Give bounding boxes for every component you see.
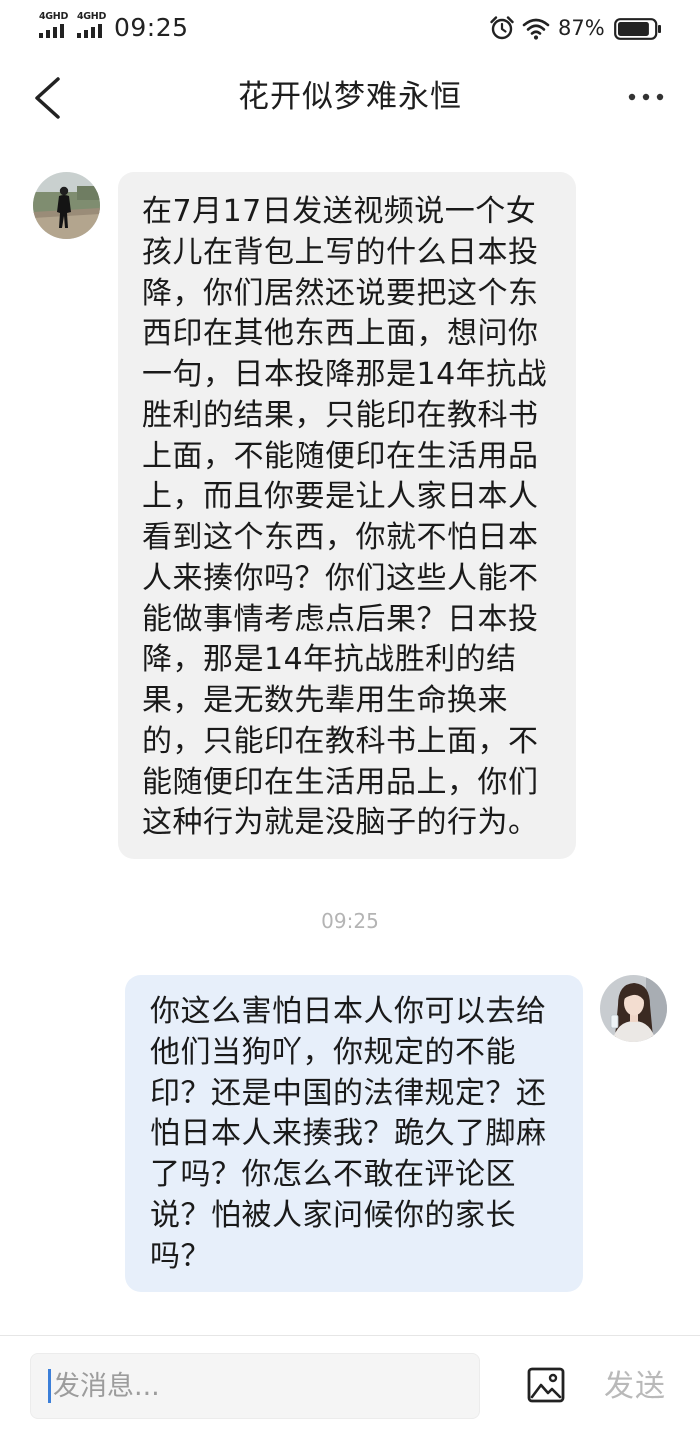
my-avatar[interactable] [600, 975, 667, 1042]
message-line: 吗？ [150, 1238, 211, 1274]
image-button[interactable] [526, 1366, 566, 1404]
message-line: 能做事情考虑点后果？日本投 [142, 601, 539, 637]
chat-title: 花开似梦难永恒 [238, 79, 462, 115]
message-line: 降，那是14年抗战胜利的结 [142, 642, 517, 678]
message-line: 看到这个东西，你就不怕日本 [142, 520, 539, 555]
message-line: 的，只能印在教科书上面，不 [142, 723, 539, 759]
message-line: 人来揍你吗？你们这些人能不 [142, 560, 539, 596]
network-type-label: 4GHD [77, 11, 107, 22]
wifi-icon [521, 16, 551, 40]
sent-message-bubble[interactable]: 你这么害怕日本人你可以去给 他们当狗吖，你规定的不能 印？还是中国的法律规定？还 怕日… [125, 975, 583, 1293]
message-line: 说？怕被人家问候你的家长 [150, 1197, 516, 1233]
message-line: 了吗？你怎么不敢在评论区 [150, 1157, 516, 1192]
signal-bars-icon [77, 24, 102, 38]
message-line: 上面，不能随便印在生活用品 [142, 438, 539, 474]
battery-fill [618, 22, 649, 36]
message-line: 能随便印在生活用品上，你们 [142, 764, 539, 800]
signal-icon-sim2: 4GHD [77, 12, 111, 38]
message-line: 西印在其他东西上面，想问你 [142, 316, 539, 352]
message-line: 在7月17日发送视频说一个女 [142, 194, 537, 229]
message-line: 孩儿在背包上写的什么日本投 [142, 234, 539, 270]
contact-avatar[interactable] [33, 172, 100, 239]
received-message-bubble[interactable]: 在7月17日发送视频说一个女 孩儿在背包上写的什么日本投 降，你们居然还说要把这个东… [118, 172, 576, 859]
signal-bars-icon [39, 24, 64, 38]
battery-icon [614, 18, 662, 40]
alarm-icon [489, 15, 515, 41]
message-line: 印？还是中国的法律规定？还 [150, 1075, 547, 1111]
message-line: 胜利的结果，只能印在教科书 [142, 397, 539, 433]
battery-percent: 87% [558, 16, 605, 40]
message-line: 这种行为就是没脑子的行为。 [142, 805, 539, 841]
message-input[interactable] [30, 1353, 480, 1419]
send-button[interactable]: 发送 [604, 1366, 666, 1408]
message-line: 上，而且你要是让人家日本人 [142, 479, 539, 515]
text-caret [48, 1369, 51, 1403]
more-icon [628, 93, 664, 101]
message-line: 他们当狗吖，你规定的不能 [150, 1034, 516, 1070]
message-line: 你这么害怕日本人你可以去给 [150, 994, 547, 1029]
message-line: 果，是无数先辈用生命换来 [142, 683, 508, 718]
message-line: 降，你们居然还说要把这个东 [142, 275, 539, 311]
more-button[interactable] [624, 89, 668, 105]
status-time: 09:25 [114, 13, 189, 42]
network-type-label: 4GHD [39, 11, 69, 22]
message-line: 怕日本人来揍我？跪久了脚麻 [150, 1116, 547, 1152]
signal-icon-sim1: 4GHD [39, 12, 73, 38]
image-icon [527, 1367, 565, 1403]
message-timestamp: 09:25 [321, 909, 379, 933]
message-line: 一句，日本投降那是14年抗战 [142, 357, 548, 392]
composer-divider [0, 1335, 700, 1336]
